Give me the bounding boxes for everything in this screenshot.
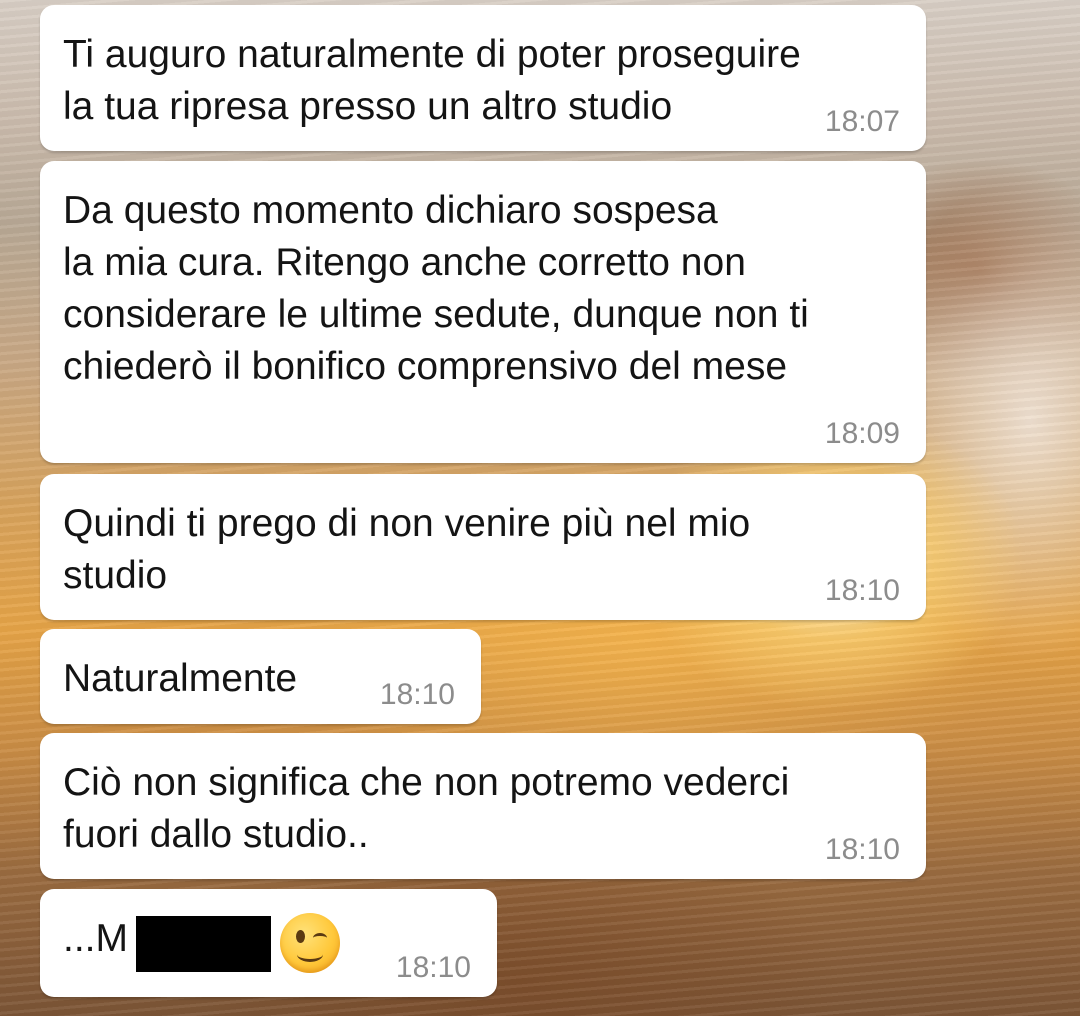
message-bubble[interactable]: Ciò non significa che non potremo vederc… <box>40 733 926 879</box>
message-time: 18:10 <box>824 574 900 607</box>
message-bubble[interactable]: Naturalmente 18:10 <box>40 629 481 724</box>
message-text: Ti auguro naturalmente di poter prosegui… <box>63 33 801 128</box>
message-text: ...M <box>63 917 128 960</box>
redaction-bar <box>136 916 271 972</box>
message-text: Da questo momento dichiaro sospesa la mi… <box>63 189 809 388</box>
chat-message-list[interactable]: Ti auguro naturalmente di poter prosegui… <box>0 0 1080 1016</box>
message-time: 18:09 <box>824 417 900 450</box>
message-text: Quindi ti prego di non venire più nel mi… <box>63 502 751 597</box>
message-text: Ciò non significa che non potremo vederc… <box>63 761 790 856</box>
message-bubble[interactable]: ...M 18:10 <box>40 889 497 997</box>
message-time: 18:10 <box>824 833 900 866</box>
message-bubble[interactable]: Da questo momento dichiaro sospesa la mi… <box>40 161 926 463</box>
message-time: 18:07 <box>824 105 900 138</box>
message-time: 18:10 <box>395 951 471 984</box>
message-bubble[interactable]: Ti auguro naturalmente di poter prosegui… <box>40 5 926 151</box>
message-bubble[interactable]: Quindi ti prego di non venire più nel mi… <box>40 474 926 620</box>
message-time: 18:10 <box>379 678 455 711</box>
message-text: Naturalmente <box>63 657 298 700</box>
winking-face-icon <box>280 913 340 973</box>
